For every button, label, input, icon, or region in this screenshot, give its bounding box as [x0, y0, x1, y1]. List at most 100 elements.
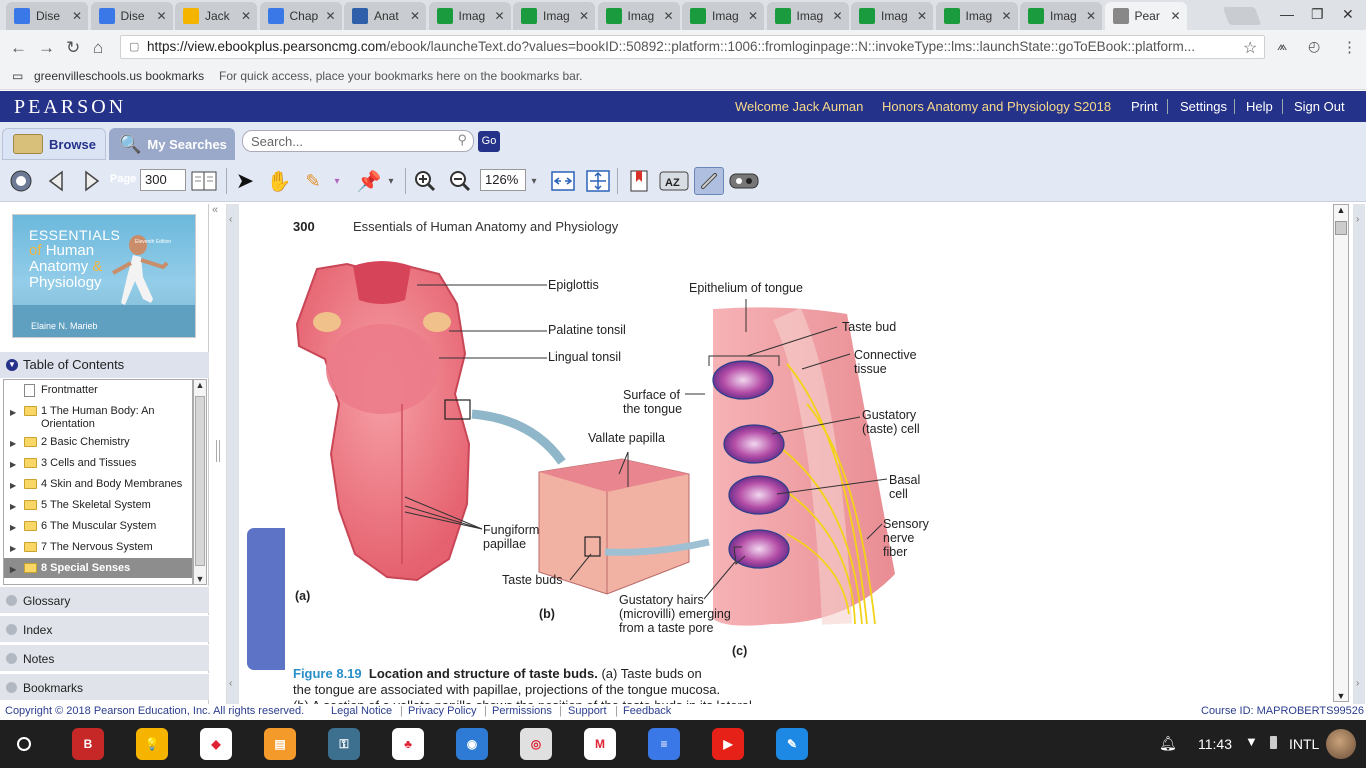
toc-header[interactable]: ▼ Table of Contents — [0, 352, 209, 378]
keep-app-icon[interactable]: 💡 — [136, 728, 168, 760]
sidebar-resize-handle[interactable] — [216, 440, 220, 462]
bully-app-icon[interactable]: B — [72, 728, 104, 760]
docs-app-icon[interactable]: ≡ — [648, 728, 680, 760]
expand-arrow-icon[interactable]: ▶ — [10, 563, 16, 576]
back-icon[interactable]: ← — [10, 38, 27, 58]
minimize-icon[interactable]: — — [1280, 6, 1294, 22]
maximize-icon[interactable]: ❐ — [1311, 6, 1324, 23]
browser-tab[interactable]: Anat ✕ — [344, 2, 426, 30]
browser-tab[interactable]: Chap ✕ — [259, 2, 342, 30]
audio-player-icon[interactable] — [728, 169, 760, 193]
close-tab-icon[interactable]: ✕ — [1084, 9, 1098, 23]
menu-icon[interactable]: ⋮ — [1342, 38, 1357, 56]
url-field[interactable]: ▢ https://view.ebookplus.pearsoncmg.com/e… — [120, 35, 1265, 59]
book-cover-image[interactable]: ESSENTIALS of Human Anatomy & Physiology E… — [12, 214, 196, 338]
help-link[interactable]: Help — [1246, 99, 1273, 114]
scroll-thumb[interactable] — [195, 396, 205, 566]
input-method[interactable]: INTL — [1289, 736, 1319, 752]
app4-icon[interactable]: ▤ — [264, 728, 296, 760]
zoom-out-icon[interactable] — [447, 169, 473, 193]
close-tab-icon[interactable]: ✕ — [831, 9, 845, 23]
search-input[interactable]: Search... ⚲ — [242, 130, 474, 152]
browser-tab[interactable]: Imag ✕ — [851, 2, 933, 30]
next-page-rail[interactable]: › › — [1353, 204, 1365, 704]
link-tool-icon[interactable] — [694, 167, 724, 195]
extension-icon[interactable]: ⩕ — [1277, 38, 1287, 54]
browser-tab[interactable]: Dise ✕ — [90, 2, 173, 30]
two-page-icon[interactable] — [191, 169, 217, 193]
legal-notice-link[interactable]: Legal Notice — [331, 705, 392, 717]
gmail-app-icon[interactable]: M — [584, 728, 616, 760]
close-tab-icon[interactable]: ✕ — [155, 9, 169, 23]
previous-page-icon[interactable] — [44, 169, 70, 193]
close-tab-icon[interactable]: ✕ — [1169, 9, 1183, 23]
close-tab-icon[interactable]: ✕ — [408, 9, 422, 23]
print-link[interactable]: Print — [1131, 99, 1158, 114]
scroll-down-icon[interactable]: ▼ — [1334, 691, 1348, 701]
tree-app-icon[interactable]: ♣ — [392, 728, 424, 760]
browser-tab[interactable]: Jack ✕ — [175, 2, 257, 30]
drive-app-icon[interactable]: ◆ — [200, 728, 232, 760]
page-scrollbar[interactable]: ▲ ▼ — [1333, 204, 1349, 702]
pushpin-icon[interactable]: 📌 — [356, 169, 382, 193]
privacy-policy-link[interactable]: Privacy Policy — [408, 705, 476, 717]
scroll-up-icon[interactable]: ▲ — [194, 380, 206, 390]
draw-app-icon[interactable]: ✎ — [776, 728, 808, 760]
expand-arrow-icon[interactable]: ▶ — [10, 500, 16, 513]
support-link[interactable]: Support — [568, 705, 607, 717]
notes-section[interactable]: Notes — [0, 644, 209, 671]
page-input[interactable]: 300 — [140, 169, 186, 191]
chrome-app-icon[interactable]: ◎ — [520, 728, 552, 760]
index-section[interactable]: Index — [0, 615, 209, 642]
expand-arrow-icon[interactable]: ▶ — [10, 437, 16, 450]
note-menu-icon[interactable]: ▾ — [384, 169, 398, 193]
expand-arrow-icon[interactable]: ▶ — [10, 521, 16, 534]
permissions-link[interactable]: Permissions — [492, 705, 552, 717]
collapse-sidebar-icon[interactable]: « — [212, 204, 226, 220]
new-tab-button[interactable] — [1222, 7, 1262, 25]
expand-arrow-icon[interactable]: ▶ — [10, 406, 16, 419]
close-tab-icon[interactable]: ✕ — [746, 9, 760, 23]
home-icon[interactable]: ⌂ — [93, 38, 103, 58]
bookmarks-folder[interactable]: greenvilleschools.us bookmarks — [34, 69, 204, 83]
fit-page-icon[interactable] — [585, 169, 611, 193]
wifi-icon[interactable]: ▼ — [1245, 734, 1258, 749]
close-tab-icon[interactable]: ✕ — [915, 9, 929, 23]
youtube-app-icon[interactable]: ▶ — [712, 728, 744, 760]
classroom-app-icon[interactable]: ◉ — [456, 728, 488, 760]
browser-tab[interactable]: Imag ✕ — [766, 2, 849, 30]
scroll-thumb[interactable] — [1335, 221, 1347, 235]
browser-tab[interactable]: Dise ✕ — [6, 2, 88, 30]
close-window-icon[interactable]: ✕ — [1342, 6, 1354, 23]
notification-bell-icon[interactable]: 🔔︎ — [1159, 735, 1177, 752]
close-tab-icon[interactable]: ✕ — [662, 9, 676, 23]
zoom-menu-icon[interactable]: ▾ — [527, 169, 541, 193]
reload-icon[interactable]: ↻ — [66, 38, 80, 58]
my-searches-tab[interactable]: 🔍 My Searches — [109, 128, 235, 160]
bookmarks-section[interactable]: Bookmarks — [0, 673, 209, 700]
zoom-in-icon[interactable] — [412, 169, 438, 193]
go-button[interactable]: Go — [478, 131, 500, 152]
close-tab-icon[interactable]: ✕ — [577, 9, 591, 23]
next-page-icon[interactable] — [78, 169, 104, 193]
select-arrow-icon[interactable]: ➤ — [232, 168, 258, 193]
highlight-menu-icon[interactable]: ▾ — [330, 169, 344, 193]
settings-link[interactable]: Settings — [1180, 99, 1227, 114]
browser-tab[interactable]: Imag ✕ — [428, 2, 511, 30]
sign-out-link[interactable]: Sign Out — [1294, 99, 1345, 114]
launcher-icon[interactable] — [17, 737, 31, 751]
browser-tab[interactable]: Pear ✕ — [1104, 2, 1187, 30]
expand-arrow-icon[interactable]: ▶ — [10, 479, 16, 492]
browse-tab[interactable]: Browse — [2, 128, 106, 160]
glossary-section[interactable]: Glossary — [0, 586, 209, 613]
close-tab-icon[interactable]: ✕ — [324, 9, 338, 23]
lock-app-icon[interactable]: ⚿ — [328, 728, 360, 760]
battery-icon[interactable] — [1270, 736, 1277, 749]
bookmark-page-icon[interactable] — [626, 169, 652, 193]
highlighter-icon[interactable]: ✎ — [300, 169, 326, 193]
expand-arrow-icon[interactable]: ▶ — [10, 542, 16, 555]
scroll-up-icon[interactable]: ▲ — [1334, 205, 1348, 215]
toc-item[interactable]: ▶ 8 Special Senses — [4, 558, 192, 578]
expand-arrow-icon[interactable]: ▶ — [10, 458, 16, 471]
star-icon[interactable]: ☆ — [1243, 38, 1257, 58]
